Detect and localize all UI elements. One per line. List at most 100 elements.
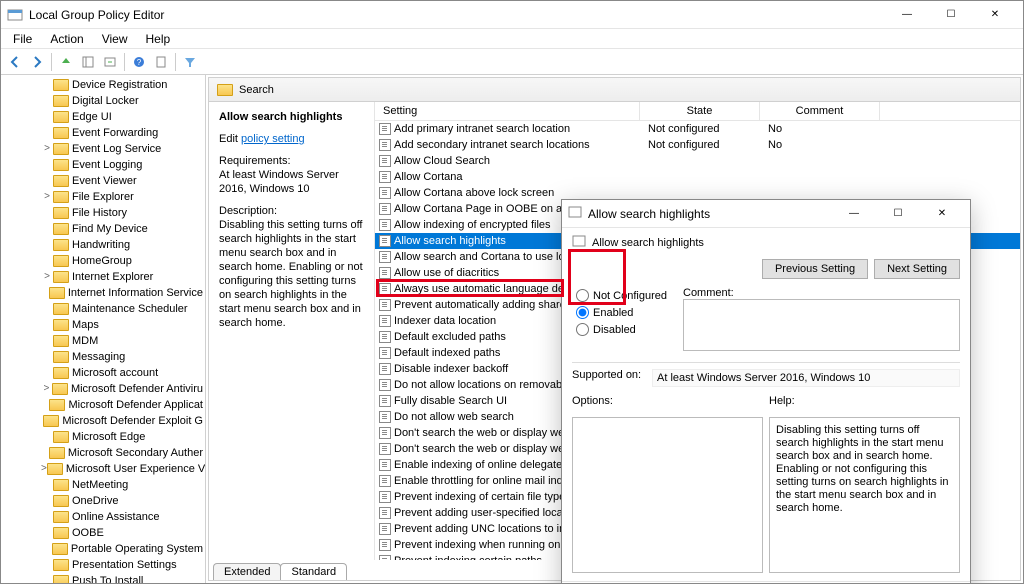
close-button[interactable]: ✕	[973, 2, 1017, 28]
column-comment[interactable]: Comment	[760, 102, 880, 120]
tree-item[interactable]: >Event Log Service	[5, 141, 205, 157]
menu-help[interactable]: Help	[138, 30, 179, 48]
tree-item-label: Microsoft User Experience V	[66, 462, 205, 476]
options-label: Options:	[572, 395, 763, 407]
tree-item[interactable]: Maintenance Scheduler	[5, 301, 205, 317]
maximize-button[interactable]: ☐	[929, 2, 973, 28]
titlebar[interactable]: Local Group Policy Editor — ☐ ✕	[1, 1, 1023, 29]
requirements-text: At least Windows Server 2016, Windows 10	[219, 168, 364, 196]
dialog-maximize-button[interactable]: ☐	[876, 201, 920, 227]
tree-item[interactable]: Internet Information Service	[5, 285, 205, 301]
tree-item[interactable]: >Microsoft Defender Antiviru	[5, 381, 205, 397]
setting-row[interactable]: Add primary intranet search locationNot …	[375, 121, 1020, 137]
tree-item[interactable]: MDM	[5, 333, 205, 349]
tree-item[interactable]: Device Registration	[5, 77, 205, 93]
tree-item[interactable]: Microsoft account	[5, 365, 205, 381]
radio-not-configured[interactable]: Not Configured	[576, 289, 667, 302]
tree-item[interactable]: Presentation Settings	[5, 557, 205, 573]
setting-name: Indexer data location	[394, 314, 496, 328]
tree-item[interactable]: Microsoft Secondary Auther	[5, 445, 205, 461]
column-setting[interactable]: Setting	[375, 102, 640, 120]
tree-item[interactable]: Microsoft Edge	[5, 429, 205, 445]
policy-dialog[interactable]: Allow search highlights — ☐ ✕ Allow sear…	[561, 199, 971, 583]
setting-comment: No	[760, 122, 880, 136]
tree-item[interactable]: Push To Install	[5, 573, 205, 583]
previous-setting-button[interactable]: Previous Setting	[762, 259, 868, 279]
setting-row[interactable]: Allow Cortana	[375, 169, 1020, 185]
dialog-minimize-button[interactable]: —	[832, 201, 876, 227]
setting-row[interactable]: Allow Cloud Search	[375, 153, 1020, 169]
tree-item[interactable]: Find My Device	[5, 221, 205, 237]
export-icon[interactable]	[100, 52, 120, 72]
tree-item-label: Digital Locker	[72, 94, 139, 108]
setting-name: Add secondary intranet search locations	[394, 138, 590, 152]
expand-icon[interactable]: >	[41, 462, 47, 476]
back-icon[interactable]	[5, 52, 25, 72]
expand-icon[interactable]: >	[41, 270, 53, 284]
tree-item[interactable]: Maps	[5, 317, 205, 333]
tree-item[interactable]: Event Logging	[5, 157, 205, 173]
setting-row[interactable]: Add secondary intranet search locationsN…	[375, 137, 1020, 153]
help-icon[interactable]: ?	[129, 52, 149, 72]
tree-item[interactable]: Event Viewer	[5, 173, 205, 189]
dialog-titlebar[interactable]: Allow search highlights — ☐ ✕	[562, 200, 970, 228]
show-hide-icon[interactable]	[78, 52, 98, 72]
tree-item[interactable]: HomeGroup	[5, 253, 205, 269]
folder-icon	[53, 207, 69, 219]
tree-item[interactable]: Edge UI	[5, 109, 205, 125]
setting-name: Allow search highlights	[394, 234, 506, 248]
tree-item-label: Find My Device	[72, 222, 148, 236]
menu-file[interactable]: File	[5, 30, 40, 48]
column-state[interactable]: State	[640, 102, 760, 120]
tree-item[interactable]: > Internet Explorer	[5, 269, 205, 285]
expand-icon[interactable]: >	[41, 142, 53, 156]
edit-policy-link[interactable]: policy setting	[241, 133, 305, 145]
tree-panel[interactable]: Device RegistrationDigital LockerEdge UI…	[1, 75, 206, 583]
minimize-button[interactable]: —	[885, 2, 929, 28]
properties-icon[interactable]	[151, 52, 171, 72]
tree-item[interactable]: Microsoft Defender Exploit G	[5, 413, 205, 429]
tree-item[interactable]: Portable Operating System	[5, 541, 205, 557]
tree-item[interactable]: OOBE	[5, 525, 205, 541]
tree-item[interactable]: Event Forwarding	[5, 125, 205, 141]
list-header[interactable]: Setting State Comment	[375, 102, 1020, 121]
requirements-label: Requirements:	[219, 154, 364, 168]
tree-item[interactable]: Online Assistance	[5, 509, 205, 525]
tree-item-label: Internet Explorer	[72, 270, 153, 284]
tree-item[interactable]: Handwriting	[5, 237, 205, 253]
filter-icon[interactable]	[180, 52, 200, 72]
folder-icon	[53, 95, 69, 107]
tab-extended[interactable]: Extended	[213, 563, 281, 580]
tab-standard[interactable]: Standard	[280, 563, 347, 580]
next-setting-button[interactable]: Next Setting	[874, 259, 960, 279]
options-pane[interactable]	[572, 417, 763, 573]
tree-item[interactable]: > File Explorer	[5, 189, 205, 205]
tree-item-label: Maintenance Scheduler	[72, 302, 188, 316]
menu-view[interactable]: View	[94, 30, 136, 48]
setting-icon	[379, 155, 391, 167]
description-column: Allow search highlights Edit policy sett…	[209, 102, 374, 560]
tree-item[interactable]: Microsoft Defender Applicat	[5, 397, 205, 413]
up-icon[interactable]	[56, 52, 76, 72]
radio-disabled[interactable]: Disabled	[576, 323, 667, 336]
forward-icon[interactable]	[27, 52, 47, 72]
tree-item[interactable]: > Microsoft User Experience V	[5, 461, 205, 477]
tree-item-label: OOBE	[72, 526, 104, 540]
tree-item[interactable]: OneDrive	[5, 493, 205, 509]
tree-item[interactable]: Messaging	[5, 349, 205, 365]
help-pane[interactable]: Disabling this setting turns off search …	[769, 417, 960, 573]
comment-textarea[interactable]	[683, 299, 960, 351]
tree-item[interactable]: File History	[5, 205, 205, 221]
tree-item-label: Portable Operating System	[71, 542, 203, 556]
folder-icon	[53, 495, 69, 507]
menu-action[interactable]: Action	[42, 30, 91, 48]
tree-item[interactable]: Digital Locker	[5, 93, 205, 109]
tree-item-label: File Explorer	[72, 190, 134, 204]
expand-icon[interactable]: >	[41, 382, 52, 396]
tree-item[interactable]: NetMeeting	[5, 477, 205, 493]
expand-icon[interactable]: >	[41, 190, 53, 204]
radio-enabled[interactable]: Enabled	[576, 306, 667, 319]
folder-icon	[53, 479, 69, 491]
setting-comment	[760, 154, 880, 168]
dialog-close-button[interactable]: ✕	[920, 201, 964, 227]
